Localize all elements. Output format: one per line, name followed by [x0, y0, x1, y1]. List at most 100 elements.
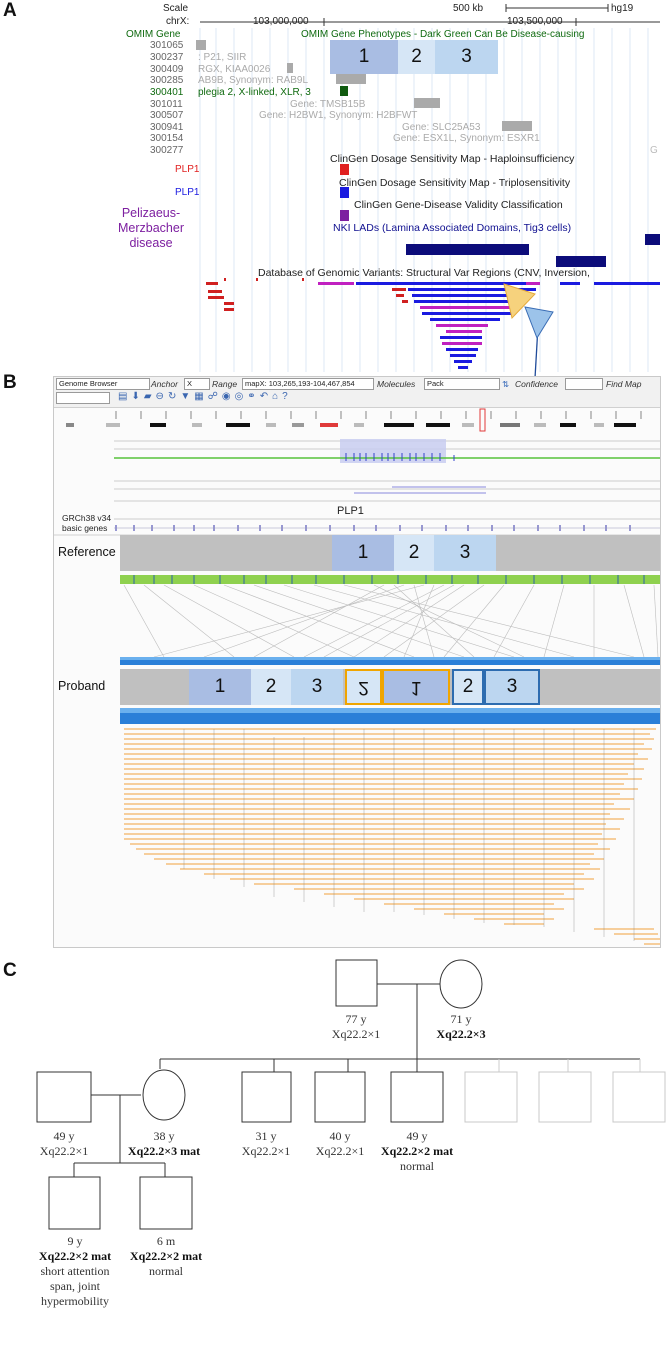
omim-id-row-9: 300154	[150, 133, 184, 144]
search-input[interactable]	[56, 392, 110, 404]
molecules-select[interactable]: Pack	[424, 378, 500, 390]
c1-note-3: hypermobility	[41, 1294, 109, 1308]
grandmother-symbol	[439, 959, 483, 1009]
grandmother-age: 71 y	[450, 1012, 472, 1026]
download-icon[interactable]: ⬇	[131, 391, 143, 402]
eye-icon[interactable]: ◎	[235, 391, 248, 402]
view-mode-select[interactable]: Genome Browser	[56, 378, 150, 390]
reference-segment-3: 3	[434, 535, 496, 571]
c1-note-2: span, joint	[50, 1279, 100, 1293]
omim-feature-6	[414, 98, 440, 108]
omim-feature-8	[502, 121, 532, 131]
omim-id-row-5: 300401	[150, 87, 184, 98]
disease-line-2: Merzbacher	[118, 221, 184, 235]
find-map-label: Find Map	[606, 379, 642, 389]
anchor-select[interactable]: X	[184, 378, 210, 390]
zoom-icon[interactable]: ⊖	[156, 391, 168, 402]
segment-2: 2	[398, 40, 435, 74]
ucsc-genome-view: Scale 500 kb hg19 chrX: 103,000,000 103,…	[96, 0, 660, 372]
reference-label: Reference	[58, 545, 116, 559]
nki-lads-title: NKI LADs (Lamina Associated Domains, Tig…	[333, 222, 572, 234]
p3-info: 31 y Xq22.2×1	[226, 1129, 306, 1159]
clingen-ts-feature	[340, 187, 349, 198]
omim-id-row-3: 300409	[150, 64, 184, 75]
home-icon[interactable]: ⌂	[272, 391, 282, 402]
confidence-label: Confidence	[515, 379, 559, 389]
plp1-gene-label: PLP1	[337, 505, 364, 517]
pdf-icon[interactable]: ▤	[118, 391, 131, 402]
p5-note: normal	[400, 1159, 434, 1173]
sibling-symbol-faded-2	[538, 1071, 592, 1123]
grandmother-genotype: Xq22.2×3	[436, 1027, 486, 1041]
panel-letter-b: B	[3, 372, 17, 393]
proband-label: Proband	[58, 679, 106, 693]
help-icon[interactable]: ?	[282, 391, 292, 402]
sibling-symbol-faded-3	[612, 1071, 666, 1123]
grandfather-info: 77 y Xq22.2×1	[316, 1012, 396, 1042]
browser-toolbar: Genome Browser Anchor X Range mapX: 103,…	[54, 377, 660, 408]
p5-genotype: Xq22.2×2 mat	[380, 1144, 454, 1158]
omim-gene-label: OMIM Gene	[126, 29, 181, 40]
p1-genotype: Xq22.2×1	[39, 1144, 89, 1158]
toolbar-icons[interactable]: ▤⬇▰⊖↻▼▦☍◉◎⚭↶⌂?	[118, 391, 292, 402]
reference-segment-1: 1	[332, 535, 394, 571]
refresh-icon[interactable]: ↻	[168, 391, 180, 402]
position-tick-2: 103,500,000	[507, 16, 563, 27]
c1-note-1: short attention	[40, 1264, 110, 1278]
p2-genotype: Xq22.2×3 mat	[127, 1144, 201, 1158]
omim-feature-1	[196, 40, 206, 50]
omim-id-row-1: 301065	[150, 40, 184, 51]
position-tick-1: 103,000,000	[253, 16, 309, 27]
grandfather-genotype: Xq22.2×1	[331, 1027, 381, 1041]
p3-genotype: Xq22.2×1	[241, 1144, 291, 1158]
omim-text-row-6: Gene: TMSB15B	[290, 99, 366, 110]
omim-text-row-8: Gene: SLC25A53	[402, 122, 481, 133]
gene-track-label-2: basic genes	[62, 523, 108, 533]
molecules-label: Molecules	[377, 379, 416, 389]
lad-feature-3	[645, 234, 660, 245]
grandfather-symbol	[335, 959, 378, 1007]
omim-text-row-2: : P21, SIIR	[198, 52, 247, 63]
omim-id-row-2: 300237	[150, 52, 184, 63]
reference-segment-2: 2	[394, 535, 434, 571]
anchor-label: Anchor	[151, 379, 178, 389]
undo-icon[interactable]: ↶	[260, 391, 272, 402]
proband-segment-3: 3	[291, 669, 343, 705]
assembly-label: hg19	[611, 3, 634, 14]
p5-age: 49 y	[406, 1129, 428, 1143]
open-icon[interactable]: ▰	[144, 391, 156, 402]
lad-feature-2	[556, 256, 606, 267]
clingen-hi-title: ClinGen Dosage Sensitivity Map - Haploin…	[330, 153, 575, 165]
confidence-select[interactable]	[565, 378, 603, 390]
chrom-label: chrX:	[166, 16, 190, 27]
plp1-label-hi: PLP1	[175, 164, 200, 175]
clingen-gd-title: ClinGen Gene-Disease Validity Classifica…	[354, 199, 563, 211]
omim-text-row-4: AB9B, Synonym: RAB9L	[198, 75, 309, 86]
omim-text-row-3: RGX, KIAA0026	[198, 64, 271, 75]
binoculars-icon[interactable]: ☍	[208, 391, 222, 402]
p1-info: 49 y Xq22.2×1	[24, 1129, 104, 1159]
filter-icon[interactable]: ▼	[180, 391, 194, 402]
proband-dup-segment-2: 2	[452, 669, 484, 705]
camera-icon[interactable]: ◉	[222, 391, 235, 402]
c2-genotype: Xq22.2×2 mat	[129, 1249, 203, 1263]
segment-1: 1	[330, 40, 398, 74]
omim-id-row-7: 300507	[150, 110, 184, 121]
proband-inverted-segment-1: 1	[382, 669, 450, 705]
sort-icon[interactable]: ⇅	[502, 379, 509, 390]
gene-track-label-1: GRCh38 v34	[62, 513, 112, 523]
omim-feature-plp1	[340, 86, 348, 96]
share-icon[interactable]: ⚭	[247, 391, 259, 402]
c1-info: 9 y Xq22.2×2 mat short attention span, j…	[25, 1234, 125, 1309]
table-icon[interactable]: ▦	[194, 391, 207, 402]
grandfather-age: 77 y	[345, 1012, 367, 1026]
gene-track-label: GRCh38 v34 basic genes	[62, 513, 111, 533]
scale-label: Scale	[163, 3, 189, 14]
c1-genotype: Xq22.2×2 mat	[38, 1249, 112, 1263]
range-label: Range	[212, 379, 238, 389]
omim-phenotype-title: OMIM Gene Phenotypes - Dark Green Can Be…	[301, 29, 585, 40]
omim-id-row-8: 300941	[150, 122, 184, 133]
proband-segment-1: 1	[189, 669, 251, 705]
range-input[interactable]: mapX: 103,265,193-104,467,854	[242, 378, 374, 390]
proband-inverted-segment-2: 2	[345, 669, 382, 705]
